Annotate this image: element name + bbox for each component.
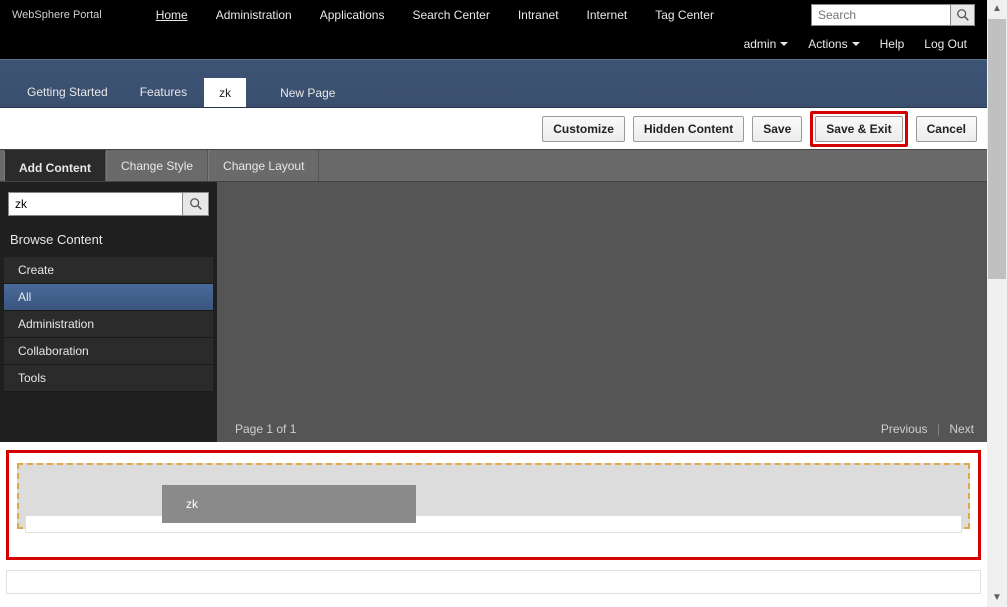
editor-tab-change-layout[interactable]: Change Layout [208,150,319,181]
save-exit-highlight: Save & Exit [810,111,907,147]
chevron-down-icon [852,42,860,46]
tab-features[interactable]: Features [125,77,202,107]
sidebar-search-input[interactable] [8,192,183,216]
save-button[interactable]: Save [752,116,802,142]
nav-applications[interactable]: Applications [306,8,399,22]
logout-link[interactable]: Log Out [916,37,975,51]
search-input[interactable] [811,4,951,26]
global-search [811,4,975,26]
save-exit-button[interactable]: Save & Exit [815,116,902,142]
brand-label: WebSphere Portal [12,9,142,21]
sidebar-search-button[interactable] [183,192,209,216]
tab-zk[interactable]: zk [204,78,246,107]
search-icon [189,197,203,211]
nav-search-center[interactable]: Search Center [398,8,503,22]
nav-home[interactable]: Home [142,8,202,22]
page-tabs: Getting Started Features zk New Page [0,59,987,108]
pager-separator: | [934,422,943,436]
new-page-link[interactable]: New Page [266,79,349,107]
drop-zone-highlight: zk [6,450,981,560]
nav-administration[interactable]: Administration [202,8,306,22]
action-bar: Customize Hidden Content Save Save & Exi… [0,108,987,150]
sidebar: Browse Content Create All Administration… [0,182,217,442]
cancel-button[interactable]: Cancel [916,116,977,142]
sidebar-list: Create All Administration Collaboration … [4,257,213,392]
nav-tag-center[interactable]: Tag Center [641,8,728,22]
editor-tab-change-style[interactable]: Change Style [106,150,208,181]
drop-zone[interactable] [17,463,970,529]
top-bar: WebSphere Portal Home Administration App… [0,0,987,59]
pager-status: Page 1 of 1 [235,422,296,436]
nav-internet[interactable]: Internet [573,8,642,22]
user-menu[interactable]: admin [736,37,797,51]
pager-previous[interactable]: Previous [878,422,931,436]
editor-tab-row: Add Content Change Style Change Layout [0,150,987,182]
sidebar-item-tools[interactable]: Tools [4,365,213,392]
sidebar-item-administration[interactable]: Administration [4,311,213,338]
nav-intranet[interactable]: Intranet [504,8,573,22]
help-link[interactable]: Help [872,37,913,51]
empty-layout-row[interactable] [6,570,981,594]
pager-controls: Previous | Next [878,422,977,436]
sidebar-item-all[interactable]: All [4,284,213,311]
scroll-thumb[interactable] [988,19,1006,279]
sidebar-item-create[interactable]: Create [4,257,213,284]
sidebar-heading: Browse Content [4,228,213,257]
chevron-down-icon [780,42,788,46]
window-scrollbar[interactable]: ▲ ▼ [987,0,1007,607]
actions-menu[interactable]: Actions [800,37,867,51]
drag-portlet-zk[interactable]: zk [162,485,416,523]
search-icon [956,8,970,22]
top-nav: Home Administration Applications Search … [142,8,728,22]
editor-tab-add-content[interactable]: Add Content [4,150,106,181]
customize-button[interactable]: Customize [542,116,625,142]
tab-getting-started[interactable]: Getting Started [12,77,123,107]
search-button[interactable] [951,4,975,26]
pager-next[interactable]: Next [946,422,977,436]
drag-portlet-label: zk [186,497,198,511]
layout-zone: zk [0,442,987,602]
scroll-down-icon[interactable]: ▼ [987,589,1007,607]
hidden-content-button[interactable]: Hidden Content [633,116,744,142]
sidebar-item-collaboration[interactable]: Collaboration [4,338,213,365]
scroll-up-icon[interactable]: ▲ [987,0,1007,18]
content-canvas[interactable]: Page 1 of 1 Previous | Next [217,182,987,442]
